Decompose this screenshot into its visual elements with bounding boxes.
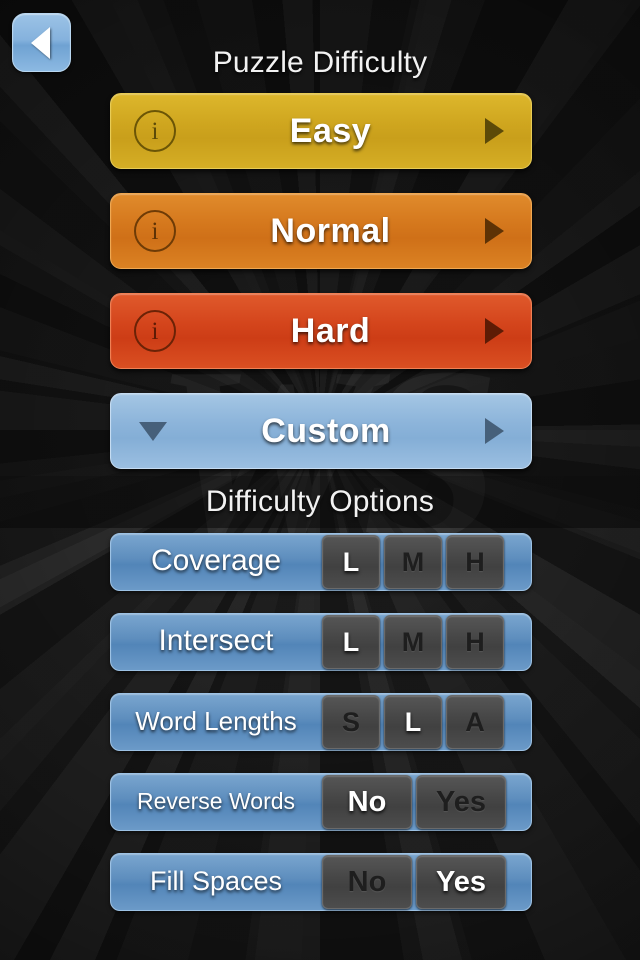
segment-intersect-l[interactable]: L [322,615,380,669]
chevron-down-icon[interactable] [139,421,167,441]
chevron-right-icon [485,318,504,344]
difficulty-button-normal[interactable]: i Normal [110,193,532,269]
chevron-right-icon [485,218,504,244]
option-row-coverage: Coverage L M H [110,533,532,591]
app-screen: WS Puzzle Difficulty Difficulty Options … [0,0,640,960]
section-title-difficulty-options: Difficulty Options [205,485,435,518]
segmented-control-reverse-words: No Yes [322,775,506,829]
difficulty-button-label: Easy [289,111,372,150]
chevron-right-icon [485,418,504,444]
segment-coverage-h[interactable]: H [446,535,504,589]
option-label: Word Lengths [135,705,297,736]
option-label: Coverage [150,544,282,577]
segment-coverage-m[interactable]: M [384,535,442,589]
segment-word-lengths-l[interactable]: L [384,695,442,749]
segment-intersect-h[interactable]: H [446,615,504,669]
difficulty-button-label: Hard [290,311,371,350]
segmented-control-fill-spaces: No Yes [322,855,506,909]
segment-fill-spaces-yes[interactable]: Yes [416,855,506,909]
segment-intersect-m[interactable]: M [384,615,442,669]
option-label: Reverse Words [136,787,296,814]
segmented-control-word-lengths: SLA [322,695,504,749]
page-title-puzzle-difficulty: Puzzle Difficulty [212,46,428,79]
option-row-intersect: Intersect L M H [110,613,532,671]
segmented-control-intersect: LMH [322,615,504,669]
difficulty-button-custom[interactable]: Custom [110,393,532,469]
info-icon[interactable]: i [134,310,176,352]
difficulty-button-label: Custom [261,411,391,450]
segment-reverse-words-yes[interactable]: Yes [416,775,506,829]
segment-word-lengths-s[interactable]: S [322,695,380,749]
chevron-right-icon [485,118,504,144]
info-icon[interactable]: i [134,110,176,152]
option-label: Fill Spaces [149,865,283,896]
option-row-reverse-words: Reverse Words No Yes [110,773,532,831]
option-label: Intersect [158,624,274,657]
difficulty-button-easy[interactable]: i Easy [110,93,532,169]
segment-reverse-words-no[interactable]: No [322,775,412,829]
difficulty-button-hard[interactable]: i Hard [110,293,532,369]
segment-fill-spaces-no[interactable]: No [322,855,412,909]
segmented-control-coverage: LMH [322,535,504,589]
segment-coverage-l[interactable]: L [322,535,380,589]
info-icon[interactable]: i [134,210,176,252]
option-row-fill-spaces: Fill Spaces No Yes [110,853,532,911]
option-row-word-lengths: Word Lengths S L A [110,693,532,751]
segment-word-lengths-a[interactable]: A [446,695,504,749]
difficulty-button-label: Normal [270,211,391,250]
